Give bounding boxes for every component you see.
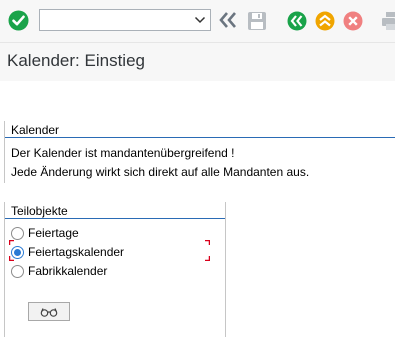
radio-option-fabrikkalender[interactable]: Fabrikkalender [11,264,191,280]
teilobjekte-group-header: Teilobjekte [11,204,68,218]
focus-corner-top-left [9,240,14,245]
check-icon[interactable] [8,10,29,31]
cancel-icon[interactable] [343,11,363,31]
save-icon[interactable] [247,11,267,31]
focus-corner-top-right [205,240,210,245]
page-title: Kalender: Einstieg [7,51,145,70]
teilobjekte-group-left-border [4,202,5,337]
kalender-group-left-border [4,121,5,183]
print-icon[interactable] [382,11,395,31]
command-input[interactable] [42,11,196,29]
title-bar: Kalender: Einstieg [0,42,395,81]
teilobjekte-group-divider [4,218,226,219]
radio-option-feiertage[interactable]: Feiertage [11,226,191,242]
kalender-note-line-1: Der Kalender ist mandantenübergreifend ! [11,146,235,160]
exit-icon[interactable] [315,11,335,31]
radio-label: Feiertagskalender [28,245,125,259]
focus-corner-bottom-right [205,256,210,261]
radio-label: Feiertage [28,226,79,240]
kalender-group-header: Kalender [11,123,60,137]
radio-option-feiertagskalender[interactable]: Feiertagskalender [11,245,191,261]
radio-button[interactable] [11,265,24,278]
kalender-note-line-2: Jede Änderung wirkt sich direkt auf alle… [11,165,310,179]
toolbar [0,0,395,42]
focus-corner-bottom-left [9,256,14,261]
radio-label: Fabrikkalender [28,264,108,278]
kalender-group-divider [4,137,395,138]
double-chevron-left-icon[interactable] [218,11,238,29]
radio-button[interactable] [11,227,24,240]
glasses-icon [40,308,58,317]
back-icon[interactable] [287,11,307,31]
chevron-down-icon[interactable] [194,15,206,25]
command-field[interactable] [39,9,211,31]
display-button[interactable] [28,302,70,321]
teilobjekte-group-right-border [225,202,226,337]
